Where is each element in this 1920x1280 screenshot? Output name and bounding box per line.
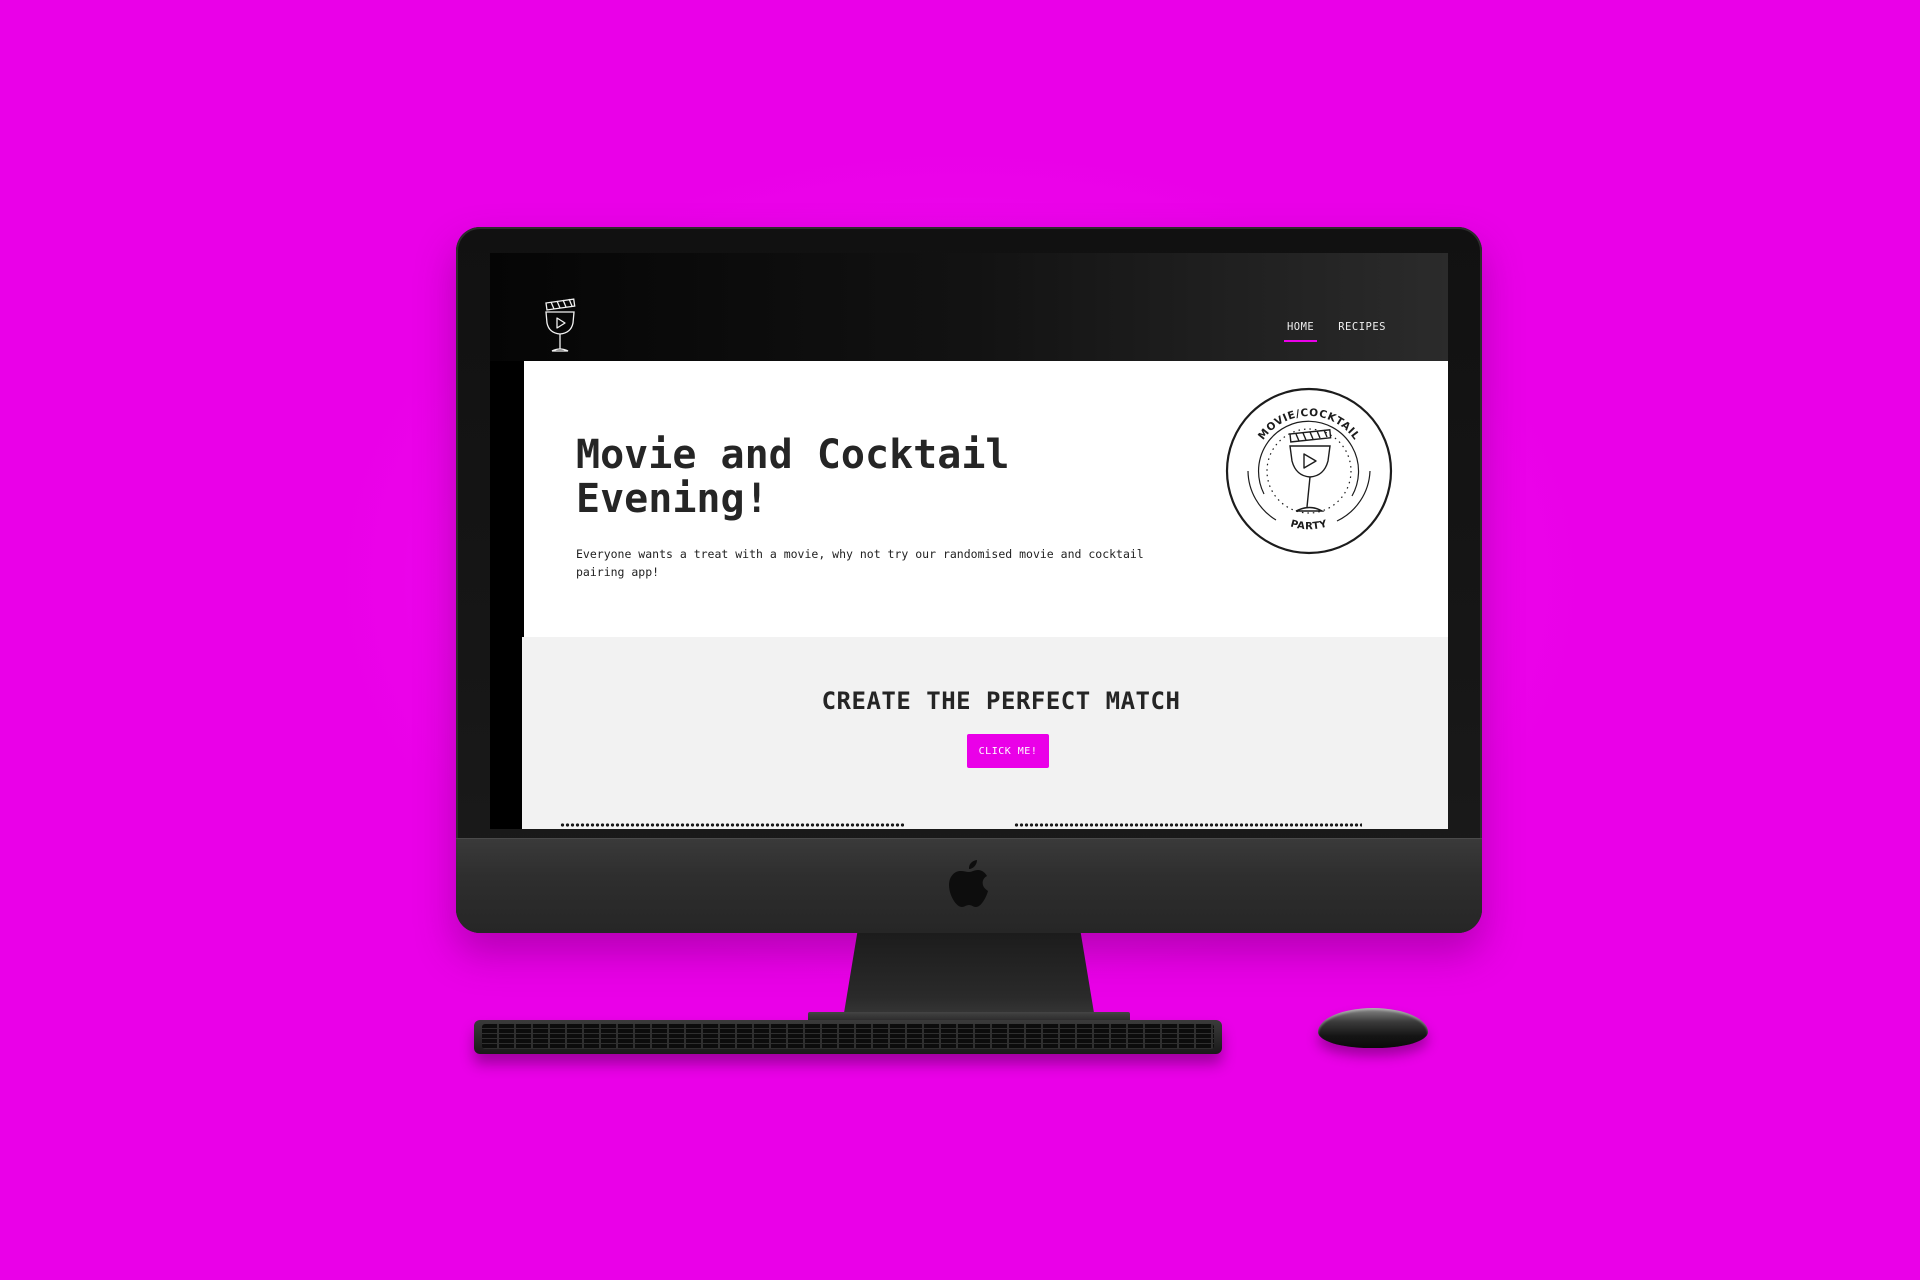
cta-section: CREATE THE PERFECT MATCH CLICK ME! xyxy=(522,637,1448,829)
mouse xyxy=(1318,1008,1428,1048)
imac-monitor: HOME RECIPES Movie and Cocktail Evening!… xyxy=(456,227,1482,933)
cocktail-clapperboard-icon[interactable] xyxy=(542,297,580,355)
keyboard xyxy=(474,1020,1222,1054)
apple-logo-icon xyxy=(949,860,988,907)
keyboard-keys xyxy=(482,1024,1214,1049)
click-me-button[interactable]: CLICK ME! xyxy=(967,734,1049,768)
dotted-divider-right xyxy=(1014,823,1362,827)
main-nav: HOME RECIPES xyxy=(1283,321,1386,342)
site-header: HOME RECIPES xyxy=(490,253,1448,361)
dotted-divider-left xyxy=(560,823,904,827)
cta-title: CREATE THE PERFECT MATCH xyxy=(821,687,1181,715)
nav-home[interactable]: HOME xyxy=(1283,321,1318,342)
page-title: Movie and Cocktail Evening! xyxy=(576,432,1010,522)
movie-cocktail-party-badge: MOVIE/COCKTAIL PARTY xyxy=(1225,387,1393,555)
hero-description: Everyone wants a treat with a movie, why… xyxy=(576,547,1144,579)
screen: HOME RECIPES Movie and Cocktail Evening!… xyxy=(490,253,1448,829)
nav-recipes[interactable]: RECIPES xyxy=(1338,321,1386,339)
